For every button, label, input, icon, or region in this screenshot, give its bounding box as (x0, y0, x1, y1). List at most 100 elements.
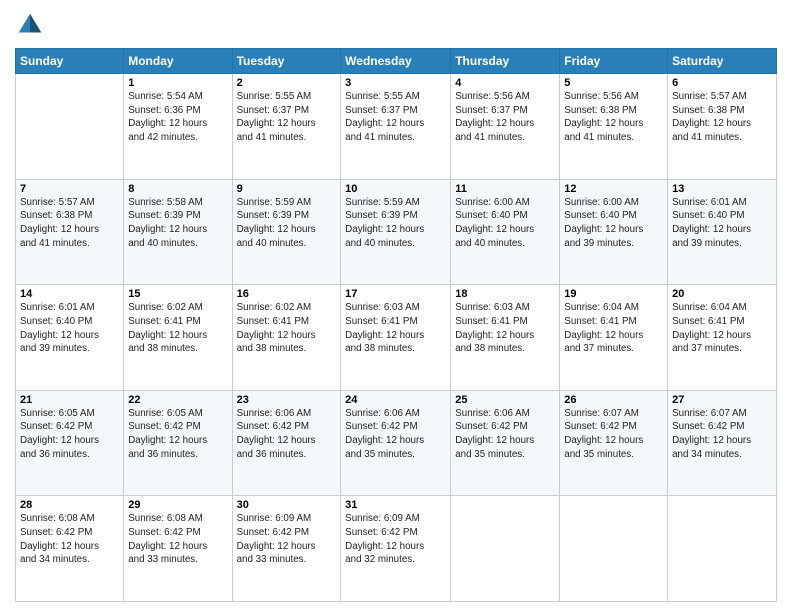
calendar-week-5: 28Sunrise: 6:08 AMSunset: 6:42 PMDayligh… (16, 496, 777, 602)
calendar-header-tuesday: Tuesday (232, 49, 341, 74)
day-number: 11 (455, 183, 555, 195)
calendar-header-friday: Friday (560, 49, 668, 74)
day-info: Sunrise: 6:00 AMSunset: 6:40 PMDaylight:… (564, 196, 663, 251)
calendar-cell: 27Sunrise: 6:07 AMSunset: 6:42 PMDayligh… (668, 390, 777, 496)
calendar-header-monday: Monday (124, 49, 232, 74)
calendar-cell: 30Sunrise: 6:09 AMSunset: 6:42 PMDayligh… (232, 496, 341, 602)
day-info: Sunrise: 6:06 AMSunset: 6:42 PMDaylight:… (345, 407, 446, 462)
calendar-cell: 13Sunrise: 6:01 AMSunset: 6:40 PMDayligh… (668, 179, 777, 285)
day-info: Sunrise: 6:06 AMSunset: 6:42 PMDaylight:… (455, 407, 555, 462)
calendar-cell: 15Sunrise: 6:02 AMSunset: 6:41 PMDayligh… (124, 285, 232, 391)
day-info: Sunrise: 5:59 AMSunset: 6:39 PMDaylight:… (237, 196, 337, 251)
calendar-week-1: 1Sunrise: 5:54 AMSunset: 6:36 PMDaylight… (16, 74, 777, 180)
day-info: Sunrise: 6:02 AMSunset: 6:41 PMDaylight:… (128, 301, 227, 356)
logo-icon (15, 10, 45, 40)
day-number: 28 (20, 499, 119, 511)
calendar-week-4: 21Sunrise: 6:05 AMSunset: 6:42 PMDayligh… (16, 390, 777, 496)
day-info: Sunrise: 5:55 AMSunset: 6:37 PMDaylight:… (345, 90, 446, 145)
calendar-cell (451, 496, 560, 602)
calendar-cell: 4Sunrise: 5:56 AMSunset: 6:37 PMDaylight… (451, 74, 560, 180)
day-number: 21 (20, 394, 119, 406)
day-number: 8 (128, 183, 227, 195)
day-number: 5 (564, 77, 663, 89)
day-number: 13 (672, 183, 772, 195)
calendar-cell: 18Sunrise: 6:03 AMSunset: 6:41 PMDayligh… (451, 285, 560, 391)
day-number: 12 (564, 183, 663, 195)
day-number: 2 (237, 77, 337, 89)
calendar-cell: 31Sunrise: 6:09 AMSunset: 6:42 PMDayligh… (341, 496, 451, 602)
calendar-header-row: SundayMondayTuesdayWednesdayThursdayFrid… (16, 49, 777, 74)
calendar-cell: 26Sunrise: 6:07 AMSunset: 6:42 PMDayligh… (560, 390, 668, 496)
day-number: 19 (564, 288, 663, 300)
day-info: Sunrise: 6:05 AMSunset: 6:42 PMDaylight:… (20, 407, 119, 462)
day-number: 24 (345, 394, 446, 406)
day-number: 30 (237, 499, 337, 511)
calendar-cell: 20Sunrise: 6:04 AMSunset: 6:41 PMDayligh… (668, 285, 777, 391)
day-info: Sunrise: 5:57 AMSunset: 6:38 PMDaylight:… (672, 90, 772, 145)
calendar-cell: 8Sunrise: 5:58 AMSunset: 6:39 PMDaylight… (124, 179, 232, 285)
day-info: Sunrise: 6:07 AMSunset: 6:42 PMDaylight:… (564, 407, 663, 462)
day-number: 14 (20, 288, 119, 300)
calendar-cell: 29Sunrise: 6:08 AMSunset: 6:42 PMDayligh… (124, 496, 232, 602)
day-number: 4 (455, 77, 555, 89)
calendar-cell: 10Sunrise: 5:59 AMSunset: 6:39 PMDayligh… (341, 179, 451, 285)
calendar-week-2: 7Sunrise: 5:57 AMSunset: 6:38 PMDaylight… (16, 179, 777, 285)
calendar-cell: 6Sunrise: 5:57 AMSunset: 6:38 PMDaylight… (668, 74, 777, 180)
day-info: Sunrise: 5:57 AMSunset: 6:38 PMDaylight:… (20, 196, 119, 251)
day-info: Sunrise: 5:58 AMSunset: 6:39 PMDaylight:… (128, 196, 227, 251)
day-info: Sunrise: 6:09 AMSunset: 6:42 PMDaylight:… (345, 512, 446, 567)
day-info: Sunrise: 6:08 AMSunset: 6:42 PMDaylight:… (20, 512, 119, 567)
day-info: Sunrise: 5:59 AMSunset: 6:39 PMDaylight:… (345, 196, 446, 251)
calendar-cell: 12Sunrise: 6:00 AMSunset: 6:40 PMDayligh… (560, 179, 668, 285)
calendar-cell: 11Sunrise: 6:00 AMSunset: 6:40 PMDayligh… (451, 179, 560, 285)
day-number: 31 (345, 499, 446, 511)
day-info: Sunrise: 6:00 AMSunset: 6:40 PMDaylight:… (455, 196, 555, 251)
day-info: Sunrise: 5:56 AMSunset: 6:38 PMDaylight:… (564, 90, 663, 145)
day-number: 7 (20, 183, 119, 195)
calendar-cell: 2Sunrise: 5:55 AMSunset: 6:37 PMDaylight… (232, 74, 341, 180)
calendar-cell: 21Sunrise: 6:05 AMSunset: 6:42 PMDayligh… (16, 390, 124, 496)
day-info: Sunrise: 6:04 AMSunset: 6:41 PMDaylight:… (672, 301, 772, 356)
calendar-cell (16, 74, 124, 180)
day-info: Sunrise: 6:06 AMSunset: 6:42 PMDaylight:… (237, 407, 337, 462)
logo (15, 10, 49, 40)
day-info: Sunrise: 6:01 AMSunset: 6:40 PMDaylight:… (20, 301, 119, 356)
day-info: Sunrise: 5:56 AMSunset: 6:37 PMDaylight:… (455, 90, 555, 145)
calendar-cell: 14Sunrise: 6:01 AMSunset: 6:40 PMDayligh… (16, 285, 124, 391)
calendar-header-saturday: Saturday (668, 49, 777, 74)
day-info: Sunrise: 6:02 AMSunset: 6:41 PMDaylight:… (237, 301, 337, 356)
calendar-cell: 23Sunrise: 6:06 AMSunset: 6:42 PMDayligh… (232, 390, 341, 496)
calendar-cell: 28Sunrise: 6:08 AMSunset: 6:42 PMDayligh… (16, 496, 124, 602)
day-info: Sunrise: 5:54 AMSunset: 6:36 PMDaylight:… (128, 90, 227, 145)
day-info: Sunrise: 6:03 AMSunset: 6:41 PMDaylight:… (345, 301, 446, 356)
calendar-cell: 19Sunrise: 6:04 AMSunset: 6:41 PMDayligh… (560, 285, 668, 391)
calendar-cell: 1Sunrise: 5:54 AMSunset: 6:36 PMDaylight… (124, 74, 232, 180)
day-number: 27 (672, 394, 772, 406)
calendar-cell (560, 496, 668, 602)
day-number: 17 (345, 288, 446, 300)
calendar-cell: 22Sunrise: 6:05 AMSunset: 6:42 PMDayligh… (124, 390, 232, 496)
day-number: 3 (345, 77, 446, 89)
calendar: SundayMondayTuesdayWednesdayThursdayFrid… (15, 48, 777, 602)
calendar-cell (668, 496, 777, 602)
day-number: 18 (455, 288, 555, 300)
day-info: Sunrise: 6:03 AMSunset: 6:41 PMDaylight:… (455, 301, 555, 356)
calendar-cell: 3Sunrise: 5:55 AMSunset: 6:37 PMDaylight… (341, 74, 451, 180)
calendar-week-3: 14Sunrise: 6:01 AMSunset: 6:40 PMDayligh… (16, 285, 777, 391)
day-info: Sunrise: 6:05 AMSunset: 6:42 PMDaylight:… (128, 407, 227, 462)
day-number: 23 (237, 394, 337, 406)
day-number: 20 (672, 288, 772, 300)
calendar-cell: 25Sunrise: 6:06 AMSunset: 6:42 PMDayligh… (451, 390, 560, 496)
day-number: 29 (128, 499, 227, 511)
day-number: 15 (128, 288, 227, 300)
day-number: 16 (237, 288, 337, 300)
day-info: Sunrise: 6:04 AMSunset: 6:41 PMDaylight:… (564, 301, 663, 356)
day-number: 25 (455, 394, 555, 406)
day-info: Sunrise: 6:09 AMSunset: 6:42 PMDaylight:… (237, 512, 337, 567)
calendar-header-wednesday: Wednesday (341, 49, 451, 74)
calendar-cell: 9Sunrise: 5:59 AMSunset: 6:39 PMDaylight… (232, 179, 341, 285)
day-info: Sunrise: 6:08 AMSunset: 6:42 PMDaylight:… (128, 512, 227, 567)
day-number: 26 (564, 394, 663, 406)
calendar-cell: 7Sunrise: 5:57 AMSunset: 6:38 PMDaylight… (16, 179, 124, 285)
day-info: Sunrise: 5:55 AMSunset: 6:37 PMDaylight:… (237, 90, 337, 145)
